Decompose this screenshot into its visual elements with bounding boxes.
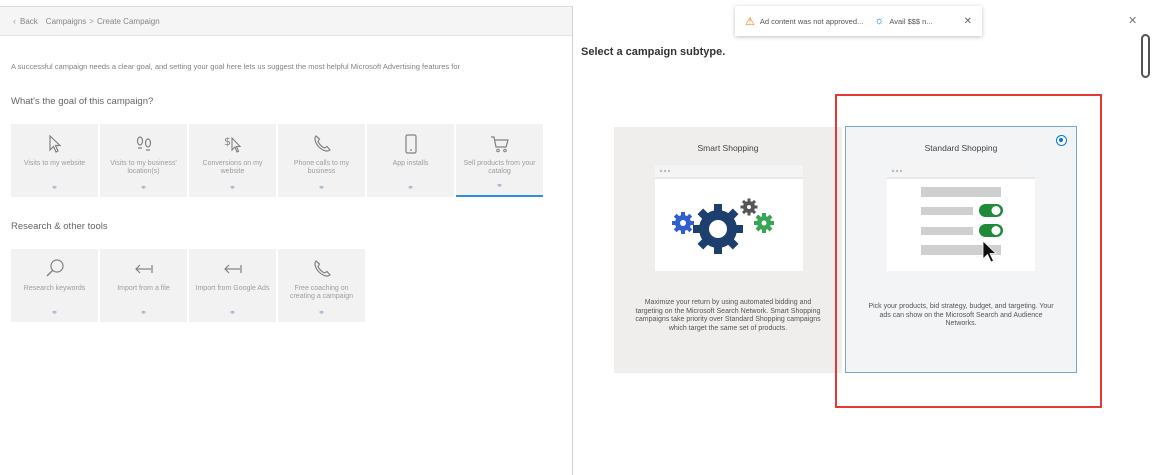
warning-icon: ⚠	[745, 15, 755, 28]
back-link[interactable]: ‹ Back	[13, 16, 38, 26]
card-description: Maximize your return by using automated …	[635, 299, 821, 332]
info-icon[interactable]: ⚭	[229, 183, 236, 192]
phone-icon	[313, 135, 331, 152]
tool-tile-label: Research keywords	[23, 285, 86, 292]
goal-tile-label: App installs	[392, 160, 429, 167]
tool-tiles: Research keywords ⚭ Import from a file ⚭…	[11, 249, 365, 322]
goal-tile-label: Sell products from your catalog	[463, 160, 536, 175]
lightbulb-icon: ☼	[874, 15, 885, 27]
svg-text:$: $	[224, 135, 231, 148]
mobile-icon	[404, 134, 417, 154]
gears-icon	[655, 165, 803, 254]
card-description: Pick your products, bid strategy, budget…	[868, 303, 1054, 327]
info-icon[interactable]: ⚭	[496, 181, 503, 190]
tool-tile-label: Free coaching on creating a campaign	[289, 285, 354, 300]
card-title: Smart Shopping	[697, 143, 759, 153]
goal-tile-label: Phone calls to my business	[293, 160, 350, 175]
notification-message[interactable]: Ad content was not approved...	[760, 17, 863, 26]
breadcrumb-campaigns[interactable]: Campaigns	[46, 17, 86, 26]
tool-tile-research-keywords[interactable]: Research keywords ⚭	[11, 249, 98, 322]
tool-tile-import-google[interactable]: Import from Google Ads ⚭	[189, 249, 276, 322]
close-icon[interactable]: ✕	[964, 16, 972, 27]
scrollbar-thumb[interactable]	[1141, 34, 1150, 78]
standard-shopping-card[interactable]: Standard Shopping Pick your products, bi…	[845, 126, 1077, 373]
breadcrumb: ‹ Back Campaigns > Create Campaign	[0, 6, 572, 36]
campaign-goal-page: ‹ Back Campaigns > Create Campaign A suc…	[0, 0, 572, 475]
info-icon[interactable]: ⚭	[229, 308, 236, 317]
info-icon[interactable]: ⚭	[51, 183, 58, 192]
toggles-icon	[887, 165, 1035, 263]
goal-tile-location-visits[interactable]: Visits to my business' location(s) ⚭	[100, 124, 187, 197]
tool-tile-label: Import from Google Ads	[195, 285, 270, 292]
gears-illustration	[655, 165, 803, 271]
back-label: Back	[20, 16, 38, 26]
info-icon[interactable]: ⚭	[407, 183, 414, 192]
tool-tile-free-coaching[interactable]: Free coaching on creating a campaign ⚭	[278, 249, 365, 322]
magnifier-icon	[46, 259, 64, 277]
intro-text: A successful campaign needs a clear goal…	[11, 62, 460, 71]
goal-tile-app-installs[interactable]: App installs ⚭	[367, 124, 454, 197]
tool-tile-import-file[interactable]: Import from a file ⚭	[100, 249, 187, 322]
cursor-icon	[48, 134, 62, 153]
import-arrow-icon	[134, 264, 153, 274]
goal-tile-label: Conversions on my website	[202, 160, 263, 175]
close-panel-button[interactable]: ✕	[1128, 14, 1137, 27]
notification-message[interactable]: Avail $$$ n...	[889, 17, 932, 26]
info-icon[interactable]: ⚭	[140, 183, 147, 192]
phone-icon	[313, 260, 331, 277]
dollar-cursor-icon: $	[224, 135, 241, 153]
research-section-title: Research & other tools	[11, 221, 108, 232]
goal-tile-label: Visits to my website	[23, 160, 86, 167]
goal-tile-phone-calls[interactable]: Phone calls to my business ⚭	[278, 124, 365, 197]
info-icon[interactable]: ⚭	[51, 308, 58, 317]
notification-bar: ⚠ Ad content was not approved... ☼ Avail…	[735, 6, 982, 36]
info-icon[interactable]: ⚭	[318, 183, 325, 192]
toggles-illustration	[887, 165, 1035, 271]
cursor-icon	[982, 240, 997, 263]
cart-icon	[490, 136, 509, 153]
goal-section-title: What's the goal of this campaign?	[11, 96, 154, 107]
card-title: Standard Shopping	[924, 143, 998, 153]
chevron-left-icon: ‹	[13, 16, 16, 26]
goal-tile-sell-products[interactable]: Sell products from your catalog ⚭	[456, 124, 543, 197]
info-icon[interactable]: ⚭	[140, 308, 147, 317]
goal-tile-conversions[interactable]: $ Conversions on my website ⚭	[189, 124, 276, 197]
goal-tile-website-visits[interactable]: Visits to my website ⚭	[11, 124, 98, 197]
tool-tile-label: Import from a file	[117, 285, 170, 292]
goal-tiles: Visits to my website ⚭ Visits to my busi…	[11, 124, 543, 197]
panel-title: Select a campaign subtype.	[581, 46, 726, 58]
breadcrumb-separator: >	[89, 16, 94, 26]
breadcrumb-create-campaign: Create Campaign	[96, 16, 160, 26]
smart-shopping-card[interactable]: Smart Shopping Maximize your return by u…	[614, 127, 842, 373]
import-arrow-icon	[223, 264, 242, 274]
goal-tile-label: Visits to my business' location(s)	[110, 160, 177, 175]
campaign-subtype-panel: ⚠ Ad content was not approved... ☼ Avail…	[572, 6, 1162, 475]
footprints-icon	[136, 136, 151, 151]
info-icon[interactable]: ⚭	[318, 308, 325, 317]
